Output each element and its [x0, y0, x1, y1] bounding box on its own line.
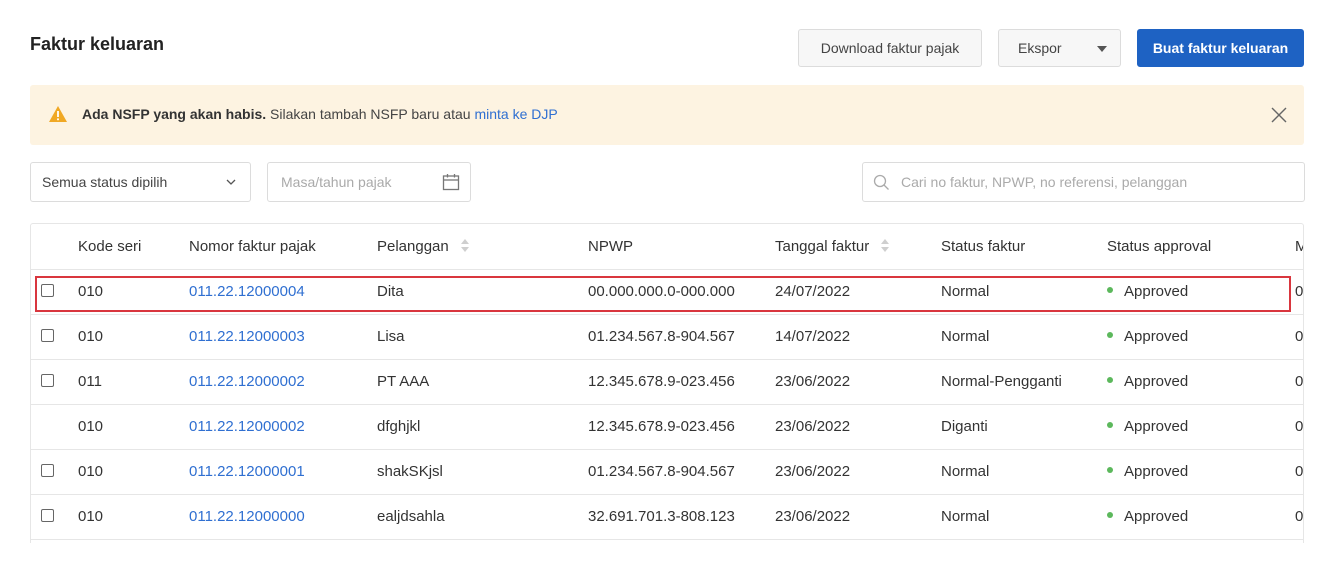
cell-m: 0	[1295, 328, 1304, 345]
cell-pelanggan: Lisa	[377, 328, 405, 345]
cell-tanggal: 23/06/2022	[775, 418, 851, 435]
cell-status: Normal-Pengganti	[941, 373, 1062, 390]
cell-status: Diganti	[941, 418, 988, 435]
cell-m: 0	[1295, 373, 1304, 390]
approval-label: Approved	[1124, 508, 1189, 525]
calendar-icon	[442, 174, 460, 191]
cell-nomor-faktur-link[interactable]: 011.22.12000001	[189, 463, 305, 480]
ekspor-label: Ekspor	[1018, 40, 1062, 56]
nsfp-alert: Ada NSFP yang akan habis. Silakan tambah…	[30, 85, 1304, 145]
col-kode-seri: Kode seri	[78, 238, 142, 255]
table-row[interactable]: 010 011.22.12000003 Lisa 01.234.567.8-90…	[31, 315, 1304, 360]
cell-kode-seri: 010	[78, 418, 104, 435]
col-pelanggan-label: Pelanggan	[377, 238, 449, 255]
cell-approval: Approved	[1107, 373, 1188, 390]
cell-nomor-faktur-link[interactable]: 011.22.12000003	[189, 328, 305, 345]
page-title: Faktur keluaran	[30, 34, 165, 54]
search-input[interactable]: Cari no faktur, NPWP, no referensi, pela…	[862, 162, 1305, 202]
cell-kode-seri: 010	[78, 508, 104, 525]
chevron-down-icon	[226, 179, 236, 185]
row-highlight-box	[35, 276, 1291, 312]
cell-tanggal: 23/06/2022	[775, 373, 851, 390]
status-dot	[1107, 422, 1113, 429]
cell-kode-seri: 010	[78, 463, 104, 480]
table-row[interactable]: 010 011.22.12000000 ealjdsahla 32.691.70…	[31, 495, 1304, 540]
create-faktur-button[interactable]: Buat faktur keluaran	[1137, 29, 1304, 67]
cell-status: Normal	[941, 328, 990, 345]
cell-m: 0	[1295, 418, 1304, 435]
cell-kode-seri: 010	[78, 328, 104, 345]
approval-label: Approved	[1124, 373, 1189, 390]
close-icon[interactable]	[1270, 106, 1288, 124]
col-status-approval: Status approval	[1107, 238, 1212, 255]
row-checkbox[interactable]	[41, 464, 54, 477]
cell-npwp: 12.345.678.9-023.456	[588, 373, 735, 390]
ekspor-dropdown[interactable]: Ekspor	[998, 29, 1121, 67]
cell-status: Normal	[941, 508, 990, 525]
warning-icon	[49, 106, 67, 122]
status-filter-value: Semua status dipilih	[42, 174, 168, 190]
col-nomor-faktur: Nomor faktur pajak	[189, 238, 316, 255]
cell-tanggal: 23/06/2022	[775, 508, 851, 525]
approval-label: Approved	[1124, 463, 1189, 480]
cell-status: Normal	[941, 463, 990, 480]
search-placeholder: Cari no faktur, NPWP, no referensi, pela…	[901, 174, 1188, 190]
cell-m: 0	[1295, 283, 1304, 300]
cell-nomor-faktur-link[interactable]: 011.22.12000000	[189, 508, 305, 525]
status-filter-select[interactable]: Semua status dipilih	[30, 162, 251, 202]
col-tanggal-faktur[interactable]: Tanggal faktur	[775, 238, 890, 255]
cell-m: 0	[1295, 463, 1304, 480]
cell-npwp: 32.691.701.3-808.123	[588, 508, 735, 525]
caret-down-icon	[1097, 46, 1107, 52]
cell-pelanggan: dfghjkl	[377, 418, 421, 435]
cell-npwp: 01.234.567.8-904.567	[588, 328, 735, 345]
alert-message: Ada NSFP yang akan habis. Silakan tambah…	[82, 106, 558, 122]
row-checkbox[interactable]	[41, 509, 54, 522]
col-tanggal-label: Tanggal faktur	[775, 238, 870, 255]
cell-approval: Approved	[1107, 508, 1188, 525]
cell-approval: Approved	[1107, 463, 1188, 480]
alert-djp-link[interactable]: minta ke DJP	[474, 106, 557, 122]
download-faktur-button[interactable]: Download faktur pajak	[798, 29, 982, 67]
row-checkbox[interactable]	[41, 374, 54, 387]
cell-nomor-faktur-link[interactable]: 011.22.12000002	[189, 418, 305, 435]
approval-label: Approved	[1124, 418, 1189, 435]
status-dot	[1107, 332, 1113, 339]
alert-text: Silakan tambah NSFP baru atau	[266, 106, 475, 122]
cell-pelanggan: PT AAA	[377, 373, 430, 390]
status-dot	[1107, 467, 1113, 474]
cell-approval: Approved	[1107, 328, 1188, 345]
sort-icon[interactable]	[460, 239, 469, 253]
approval-label: Approved	[1124, 328, 1189, 345]
table-row[interactable]: 011 011.22.12000002 PT AAA 12.345.678.9-…	[31, 360, 1304, 405]
cell-npwp: 01.234.567.8-904.567	[588, 463, 735, 480]
cell-npwp: 12.345.678.9-023.456	[588, 418, 735, 435]
col-npwp: NPWP	[588, 238, 633, 255]
cell-nomor-faktur-link[interactable]: 011.22.12000002	[189, 373, 305, 390]
status-dot	[1107, 377, 1113, 384]
status-dot	[1107, 512, 1113, 519]
cell-tanggal: 14/07/2022	[775, 328, 851, 345]
table-header: Kode seri Nomor faktur pajak Pelanggan N…	[31, 224, 1303, 270]
cell-pelanggan: ealjdsahla	[377, 508, 445, 525]
cell-pelanggan: shakSKjsl	[377, 463, 443, 480]
cell-tanggal: 23/06/2022	[775, 463, 851, 480]
col-status-faktur: Status faktur	[941, 238, 1026, 255]
cell-m: 0	[1295, 508, 1304, 525]
col-pelanggan[interactable]: Pelanggan	[377, 238, 469, 255]
table-row[interactable]: 010 011.22.12000002 dfghjkl 12.345.678.9…	[31, 405, 1304, 450]
search-icon	[873, 174, 889, 190]
cell-kode-seri: 011	[78, 373, 102, 390]
tax-period-placeholder: Masa/tahun pajak	[281, 174, 392, 190]
tax-period-picker[interactable]: Masa/tahun pajak	[267, 162, 471, 202]
table-row[interactable]: 010 011.22.12000001 shakSKjsl 01.234.567…	[31, 450, 1304, 495]
row-checkbox[interactable]	[41, 329, 54, 342]
cell-approval: Approved	[1107, 418, 1188, 435]
col-m: M	[1295, 238, 1303, 255]
faktur-table: Kode seri Nomor faktur pajak Pelanggan N…	[30, 223, 1304, 543]
alert-bold: Ada NSFP yang akan habis.	[82, 106, 267, 122]
sort-icon[interactable]	[881, 239, 890, 253]
